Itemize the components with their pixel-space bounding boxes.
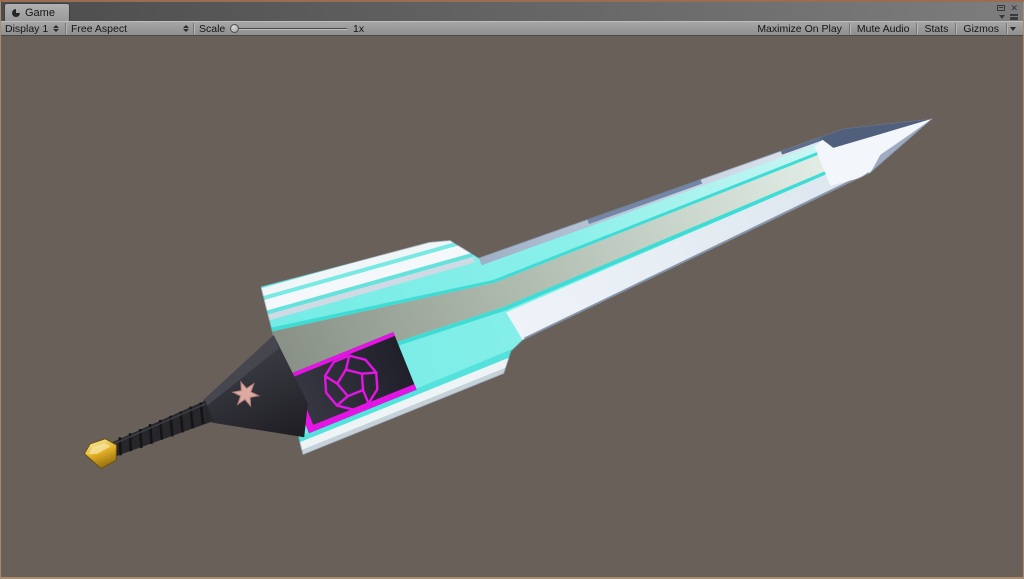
blade-tip <box>814 118 933 186</box>
window-border-top <box>0 0 1024 2</box>
display-dropdown-label: Display 1 <box>5 22 49 35</box>
pin-icon[interactable] <box>997 4 1006 11</box>
gizmos-dropdown-icon[interactable] <box>1010 26 1016 31</box>
sword-grip <box>106 400 214 458</box>
scale-slider[interactable] <box>230 24 347 33</box>
maximize-on-play-button[interactable]: Maximize On Play <box>750 22 849 35</box>
popup-arrows-icon <box>183 25 189 32</box>
gizmos-label: Gizmos <box>963 22 999 35</box>
window-controls: ✕ <box>984 3 1018 21</box>
popup-arrows-icon <box>53 25 60 32</box>
mute-audio-label: Mute Audio <box>856 22 910 35</box>
scale-label: Scale <box>199 22 226 35</box>
maximize-on-play-label: Maximize On Play <box>757 22 842 35</box>
close-icon[interactable]: ✕ <box>1010 3 1018 12</box>
tab-game[interactable]: Game <box>4 3 70 21</box>
stats-button[interactable]: Stats <box>917 22 955 35</box>
game-view-icon <box>12 8 20 17</box>
aspect-dropdown[interactable]: Free Aspect <box>71 22 189 35</box>
toolbar-separator <box>65 23 66 34</box>
gizmos-button[interactable]: Gizmos <box>956 22 1006 35</box>
game-view-toolbar: Display 1 Free Aspect Scale 1x Maximize … <box>1 21 1023 36</box>
display-dropdown[interactable]: Display 1 <box>5 22 60 35</box>
window-border-left <box>0 2 1 579</box>
tab-label: Game <box>25 6 55 19</box>
mute-audio-button[interactable]: Mute Audio <box>850 22 917 35</box>
toolbar-right-buttons: Maximize On Play Mute Audio Stats Gizmos <box>750 22 1019 35</box>
game-render-viewport[interactable] <box>1 36 1023 577</box>
scale-slider-knob[interactable] <box>230 24 239 33</box>
dropdown-icon[interactable] <box>999 14 1005 19</box>
tab-menu-icon[interactable] <box>1010 13 1018 20</box>
sword-model <box>83 117 935 470</box>
stats-label: Stats <box>924 22 949 35</box>
toolbar-separator <box>193 23 194 34</box>
toolbar-separator <box>1006 23 1007 34</box>
tab-bar: Game ✕ <box>1 2 1023 21</box>
aspect-dropdown-label: Free Aspect <box>71 22 128 35</box>
scale-value: 1x <box>353 22 365 35</box>
sword-render <box>83 117 935 470</box>
unity-game-window: Game ✕ Display 1 Free Aspect Scale 1x Ma… <box>0 0 1024 579</box>
